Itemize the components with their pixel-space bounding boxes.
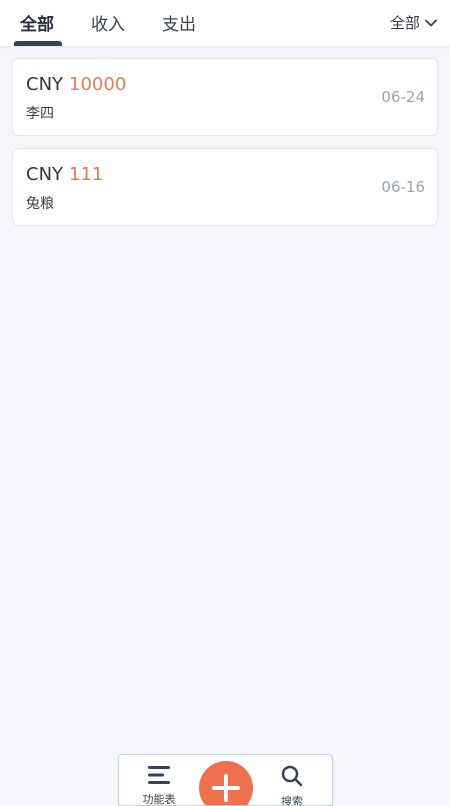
record-currency: CNY (26, 164, 64, 185)
chevron-down-icon (424, 16, 438, 30)
record-date: 06-24 (381, 88, 425, 106)
search-icon (280, 765, 304, 791)
tab-income[interactable]: 收入 (91, 10, 125, 35)
record-name: 兔粮 (26, 196, 54, 212)
tab-expense[interactable]: 支出 (162, 10, 196, 35)
record-list: CNY 10000 李四 06-24 CNY 111 兔粮 06-16 (12, 58, 438, 238)
tab-all[interactable]: 全部 (20, 10, 54, 35)
record-name: 李四 (26, 106, 54, 122)
add-record-button[interactable] (199, 761, 253, 805)
filter-dropdown[interactable]: 全部 (390, 12, 438, 33)
record-card[interactable]: CNY 10000 李四 06-24 (12, 58, 438, 136)
plus-icon (199, 774, 253, 805)
record-currency: CNY (26, 74, 64, 95)
filter-label: 全部 (389, 14, 420, 32)
record-amount-line: CNY 111 (26, 164, 103, 186)
record-card[interactable]: CNY 111 兔粮 06-16 (12, 148, 438, 226)
bottom-nav: 功能表 搜索 (118, 754, 333, 806)
menu-icon (147, 766, 171, 789)
record-amount: 10000 (69, 74, 127, 95)
record-amount-line: CNY 10000 (26, 74, 126, 96)
record-amount: 111 (69, 164, 104, 185)
menu-label: 功能表 (142, 793, 176, 806)
record-date: 06-16 (381, 178, 425, 196)
active-tab-indicator (14, 41, 62, 46)
top-tab-bar: 全部 收入 支出 全部 (0, 0, 450, 46)
